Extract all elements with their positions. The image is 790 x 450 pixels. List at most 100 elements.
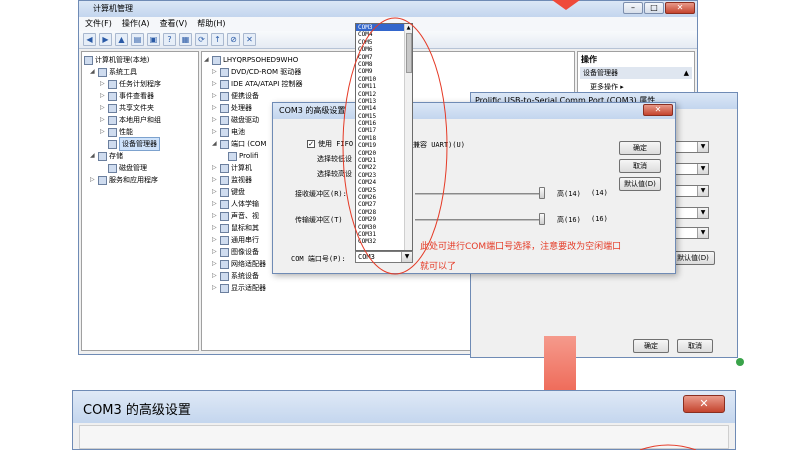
- tree-storage[interactable]: ◢ 存储: [90, 150, 123, 162]
- chevron-right-icon[interactable]: ▷: [212, 258, 218, 270]
- tx-slider-thumb[interactable]: [539, 213, 545, 225]
- chevron-down-icon[interactable]: ◢: [90, 66, 96, 78]
- maximize-button[interactable]: □: [644, 2, 664, 14]
- tree-shared-folders[interactable]: ▷ 共享文件夹: [100, 102, 154, 114]
- properties-ok-button[interactable]: 确定: [633, 339, 669, 353]
- tree-device-manager[interactable]: 设备管理器: [108, 137, 160, 151]
- advanced-button[interactable]: 默认值(D): [671, 251, 715, 265]
- tree-services-apps[interactable]: ▷ 服务和应用程序: [90, 174, 158, 186]
- menu-help[interactable]: 帮助(H): [197, 17, 225, 31]
- help-icon[interactable]: ?: [163, 33, 176, 46]
- chevron-right-icon[interactable]: ▷: [212, 66, 218, 78]
- chevron-right-icon[interactable]: ▷: [212, 282, 218, 294]
- device-computer-class[interactable]: ▷ 计算机: [212, 162, 252, 174]
- tree-local-users[interactable]: ▷ 本地用户和组: [100, 114, 161, 126]
- menu-action[interactable]: 操作(A): [122, 17, 150, 31]
- advanced-close-button[interactable]: ✕: [643, 104, 673, 116]
- tree-root[interactable]: 计算机管理(本地): [84, 54, 149, 66]
- chevron-right-icon[interactable]: ▷: [212, 234, 218, 246]
- device-portable[interactable]: ▷ 便携设备: [212, 90, 259, 102]
- chevron-right-icon[interactable]: ▷: [212, 90, 218, 102]
- close-button[interactable]: ✕: [665, 2, 695, 14]
- device-processor[interactable]: ▷ 处理器: [212, 102, 252, 114]
- device-battery[interactable]: ▷ 电池: [212, 126, 245, 138]
- update-driver-icon[interactable]: ↑: [211, 33, 224, 46]
- up-icon[interactable]: ▲: [115, 33, 128, 46]
- chevron-right-icon[interactable]: ▷: [212, 246, 218, 258]
- chevron-up-icon: ▲: [683, 69, 689, 77]
- chevron-right-icon[interactable]: ▷: [212, 114, 218, 126]
- users-icon: [108, 115, 117, 125]
- chevron-down-icon[interactable]: ▼: [697, 228, 708, 238]
- chevron-right-icon[interactable]: ▷: [100, 114, 106, 126]
- lower-close-button[interactable]: ✕: [683, 395, 725, 413]
- chevron-right-icon[interactable]: ▷: [100, 78, 106, 90]
- rx-slider-thumb[interactable]: [539, 187, 545, 199]
- properties-icon[interactable]: ▣: [147, 33, 160, 46]
- chevron-down-icon[interactable]: ▼: [697, 186, 708, 196]
- chevron-right-icon[interactable]: ▷: [100, 102, 106, 114]
- forward-icon[interactable]: ▶: [99, 33, 112, 46]
- chevron-right-icon[interactable]: ▷: [212, 210, 218, 222]
- device-sound[interactable]: ▷ 声音、视: [212, 210, 259, 222]
- device-disk[interactable]: ▷ 磁盘驱动: [212, 114, 259, 126]
- lower-title-bar[interactable]: COM3 的高级设置 ✕: [73, 391, 735, 423]
- tree-task-scheduler[interactable]: ▷ 任务计划程序: [100, 78, 161, 90]
- hid-icon: [220, 199, 229, 209]
- minimize-button[interactable]: –: [623, 2, 643, 14]
- advanced-ok-button[interactable]: 确定: [619, 141, 661, 155]
- tree-disk-management[interactable]: 磁盘管理: [108, 162, 147, 174]
- tools-icon: [98, 67, 107, 77]
- device-ide[interactable]: ▷ IDE ATA/ATAPI 控制器: [212, 78, 303, 90]
- chevron-right-icon[interactable]: ▷: [212, 198, 218, 210]
- menu-view[interactable]: 查看(V): [160, 17, 188, 31]
- chevron-down-icon[interactable]: ◢: [212, 138, 218, 150]
- back-icon[interactable]: ◀: [83, 33, 96, 46]
- properties-cancel-button[interactable]: 取消: [677, 339, 713, 353]
- chevron-right-icon[interactable]: ▷: [100, 90, 106, 102]
- disable-icon[interactable]: ⊘: [227, 33, 240, 46]
- advanced-title-bar[interactable]: COM3 的高级设置: [273, 103, 675, 119]
- device-display[interactable]: ▷ 显示适配器: [212, 282, 266, 294]
- device-computer[interactable]: ◢ LHYQRPSOHED9WHO: [204, 54, 298, 66]
- device-keyboard[interactable]: ▷ 键盘: [212, 186, 245, 198]
- chevron-down-icon[interactable]: ▼: [697, 208, 708, 218]
- chevron-right-icon[interactable]: ▷: [212, 186, 218, 198]
- device-dvd[interactable]: ▷ DVD/CD-ROM 驱动器: [212, 66, 301, 78]
- device-hid[interactable]: ▷ 人体学输: [212, 198, 259, 210]
- chevron-right-icon[interactable]: ▷: [212, 270, 218, 282]
- chevron-right-icon[interactable]: ▷: [212, 102, 218, 114]
- advanced-defaults-button[interactable]: 默认值(D): [619, 177, 661, 191]
- scan-icon[interactable]: ⟳: [195, 33, 208, 46]
- chevron-right-icon[interactable]: ▷: [212, 222, 218, 234]
- chevron-right-icon[interactable]: ▷: [212, 174, 218, 186]
- device-ports[interactable]: ◢ 端口 (COM: [212, 138, 266, 150]
- actions-device-manager[interactable]: 设备管理器 ▲: [580, 67, 692, 79]
- menu-file[interactable]: 文件(F): [85, 17, 112, 31]
- device-system[interactable]: ▷ 系统设备: [212, 270, 259, 282]
- tree-system-tools[interactable]: ◢ 系统工具: [90, 66, 137, 78]
- chevron-down-icon[interactable]: ◢: [204, 54, 210, 66]
- uninstall-icon[interactable]: ✕: [243, 33, 256, 46]
- device-imaging[interactable]: ▷ 图像设备: [212, 246, 259, 258]
- chevron-right-icon[interactable]: ▷: [90, 174, 96, 186]
- monitor-icon: [220, 175, 229, 185]
- chevron-down-icon[interactable]: ▼: [697, 164, 708, 174]
- chevron-right-icon[interactable]: ▷: [212, 162, 218, 174]
- chevron-right-icon[interactable]: ▷: [212, 78, 218, 90]
- view-icon[interactable]: ▦: [179, 33, 192, 46]
- device-mouse[interactable]: ▷ 鼠标和其: [212, 222, 259, 234]
- fifo-checkbox[interactable]: ✓: [307, 140, 315, 148]
- console-tree-icon[interactable]: ▤: [131, 33, 144, 46]
- advanced-cancel-button[interactable]: 取消: [619, 159, 661, 173]
- device-usb[interactable]: ▷ 通用串行: [212, 234, 259, 246]
- chevron-right-icon[interactable]: ▷: [100, 126, 106, 138]
- device-monitor[interactable]: ▷ 监视器: [212, 174, 252, 186]
- chevron-down-icon[interactable]: ◢: [90, 150, 96, 162]
- chevron-right-icon[interactable]: ▷: [212, 126, 218, 138]
- tree-event-viewer[interactable]: ▷ 事件查看器: [100, 90, 154, 102]
- actions-more[interactable]: 更多操作 ▸: [590, 82, 624, 92]
- device-prolific[interactable]: Prolifi: [228, 150, 258, 162]
- chevron-down-icon[interactable]: ▼: [697, 142, 708, 152]
- device-network[interactable]: ▷ 网络适配器: [212, 258, 266, 270]
